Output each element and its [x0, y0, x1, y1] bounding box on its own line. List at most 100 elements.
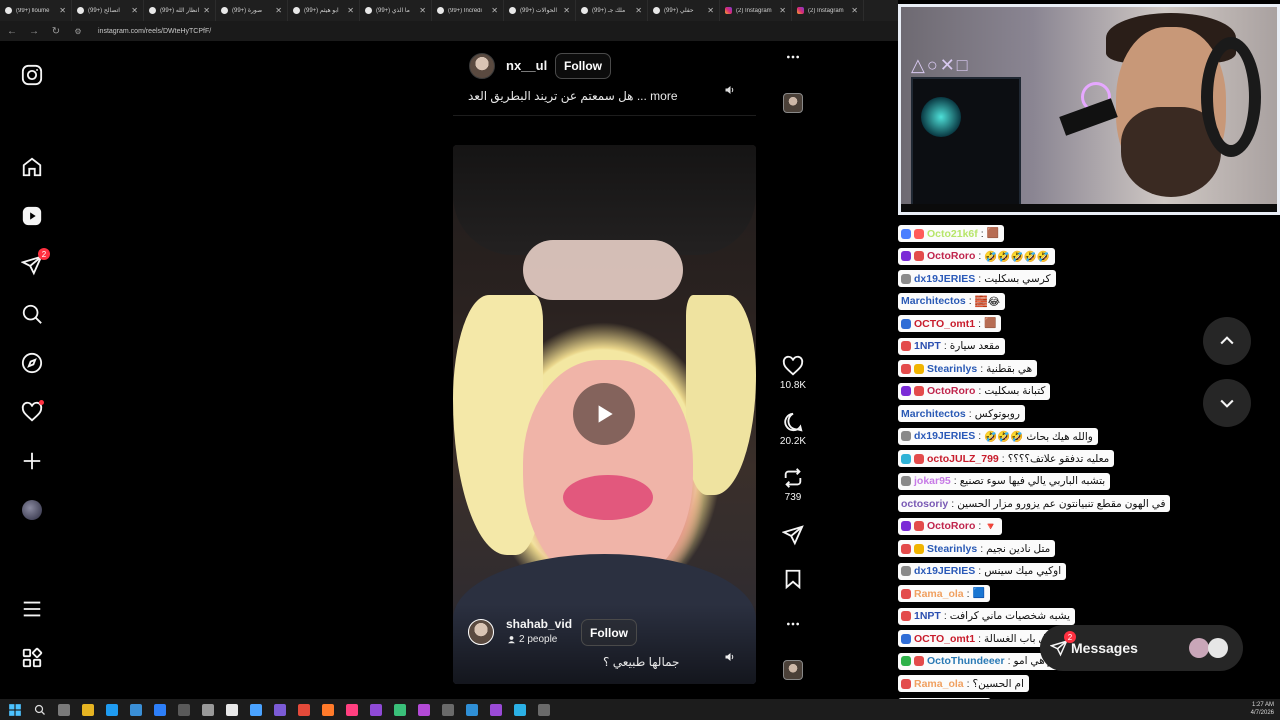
chat-username[interactable]: OctoRoro	[927, 520, 975, 532]
audio-thumbnail[interactable]	[783, 660, 803, 680]
close-tab-icon[interactable]: ✕	[563, 6, 570, 15]
browser-tab[interactable]: (99+) الحوالات ✕	[504, 0, 576, 21]
browser-tab[interactable]: (99+) اتصالح ✕	[72, 0, 144, 21]
chat-username[interactable]: 1NPT	[914, 610, 941, 622]
chat-username[interactable]: Marchitectos	[901, 408, 966, 420]
close-tab-icon[interactable]: ✕	[275, 6, 282, 15]
browser-tab[interactable]: (99+) Incredi ✕	[432, 0, 504, 21]
close-tab-icon[interactable]: ✕	[59, 6, 66, 15]
more-options-icon[interactable]	[775, 616, 811, 632]
chat-username[interactable]: OctoRoro	[927, 385, 975, 397]
chat-username[interactable]: dx19JERIES	[914, 430, 975, 442]
browser-tab[interactable]: (2) Instagram ✕	[720, 0, 792, 21]
back-icon[interactable]: ←	[6, 26, 18, 37]
chat-username[interactable]: dx19JERIES	[914, 273, 975, 285]
sound-icon[interactable]	[720, 80, 740, 100]
browser-tab[interactable]: (99+) حفلي ✕	[648, 0, 720, 21]
notifications-heart-icon[interactable]	[20, 400, 44, 424]
close-tab-icon[interactable]: ✕	[491, 6, 498, 15]
browser-tab[interactable]: (99+) ملك جـ ✕	[576, 0, 648, 21]
chat-username[interactable]: dx19JERIES	[914, 565, 975, 577]
taskbar-app-icon[interactable]	[346, 703, 358, 716]
taskbar-app-icon[interactable]	[298, 703, 310, 716]
browser-tab[interactable]: (2) Instagram ✕	[792, 0, 864, 21]
taskbar-app-icon[interactable]	[154, 703, 166, 716]
close-tab-icon[interactable]: ✕	[635, 6, 642, 15]
close-tab-icon[interactable]: ✕	[203, 6, 210, 15]
taskbar-app-icon[interactable]	[250, 703, 262, 716]
windows-start-icon[interactable]	[8, 703, 22, 717]
prev-caption[interactable]: هل سمعتم عن تريند البطريق العد ... more	[468, 89, 678, 103]
reel-sound-icon[interactable]	[720, 647, 740, 667]
taskbar-app-icon[interactable]	[58, 703, 70, 716]
profile-avatar[interactable]	[20, 498, 44, 522]
taskbar-app-icon[interactable]	[514, 703, 526, 716]
browser-tab[interactable]: (99+) ما الذي ✕	[360, 0, 432, 21]
taskbar-app-icon[interactable]	[226, 703, 238, 716]
taskbar-app-icon[interactable]	[490, 703, 502, 716]
chat-username[interactable]: Marchitectos	[901, 295, 966, 307]
chat-username[interactable]: OctoRoro	[927, 250, 975, 262]
chat-username[interactable]: jokar95	[914, 475, 951, 487]
browser-tab[interactable]: (99+) lloume ✕	[0, 0, 72, 21]
share-button[interactable]	[775, 524, 811, 546]
reel-caption[interactable]: جمالها طبيعي ؟	[603, 655, 679, 669]
scroll-up-button[interactable]	[1203, 317, 1251, 365]
search-icon[interactable]	[20, 302, 44, 326]
taskbar-app-icon[interactable]	[82, 703, 94, 716]
chat-username[interactable]: OCTO_omt1	[914, 633, 975, 645]
like-button[interactable]: 10.8K	[775, 355, 811, 391]
prev-user-avatar[interactable]	[469, 53, 495, 79]
play-button[interactable]	[573, 383, 635, 445]
taskbar-app-icon[interactable]	[442, 703, 454, 716]
reels-icon[interactable]	[20, 204, 44, 228]
chat-username[interactable]: octosoriy	[901, 498, 948, 510]
close-tab-icon[interactable]: ✕	[779, 6, 786, 15]
taskbar-app-icon[interactable]	[538, 703, 550, 716]
scroll-down-button[interactable]	[1203, 379, 1251, 427]
taskbar-app-icon[interactable]	[418, 703, 430, 716]
browser-tab[interactable]: (99+) ابو هيثم ✕	[288, 0, 360, 21]
close-tab-icon[interactable]: ✕	[707, 6, 714, 15]
taskbar-app-icon[interactable]	[322, 703, 334, 716]
tagged-people[interactable]: 2 people	[507, 634, 557, 645]
messages-nav-icon[interactable]: 2	[20, 248, 50, 277]
taskbar-app-icon[interactable]	[466, 703, 478, 716]
reel-follow-button[interactable]: Follow	[581, 619, 637, 646]
browser-tab[interactable]: (99+) صورة ✕	[216, 0, 288, 21]
close-tab-icon[interactable]: ✕	[131, 6, 138, 15]
chat-username[interactable]: Rama_ola	[914, 678, 964, 690]
create-plus-icon[interactable]	[20, 449, 44, 473]
close-tab-icon[interactable]: ✕	[347, 6, 354, 15]
repost-button[interactable]: 739	[775, 467, 811, 503]
search-taskbar-icon[interactable]	[34, 704, 46, 716]
more-apps-icon[interactable]	[20, 646, 44, 670]
messages-bar[interactable]: 2 Messages	[1040, 625, 1243, 671]
taskbar-app-icon[interactable]	[394, 703, 406, 716]
explore-icon[interactable]	[20, 351, 44, 375]
reel-username[interactable]: shahab_vid	[506, 617, 572, 631]
url-field[interactable]: instagram.com/reels/DWteHyTCPfF/	[98, 28, 211, 35]
chat-username[interactable]: octoJULZ_799	[927, 453, 999, 465]
taskbar-app-icon[interactable]	[178, 703, 190, 716]
browser-tab[interactable]: (99+) انظار الله ✕	[144, 0, 216, 21]
forward-icon[interactable]: →	[28, 26, 40, 37]
comment-button[interactable]: 20.2K	[775, 411, 811, 447]
taskbar-app-icon[interactable]	[202, 703, 214, 716]
reel-video[interactable]: shahab_vid 2 people Follow جمالها طبيعي …	[453, 145, 756, 684]
home-icon[interactable]	[20, 155, 44, 179]
menu-icon[interactable]	[20, 597, 44, 621]
taskbar-app-icon[interactable]	[370, 703, 382, 716]
clock[interactable]: 1:27 AM 4/7/2026	[1251, 701, 1274, 717]
reload-icon[interactable]: ↻	[50, 26, 62, 37]
chat-username[interactable]: Octo21k6f	[927, 228, 978, 240]
more-options-top-icon[interactable]	[775, 49, 811, 65]
chat-username[interactable]: 1NPT	[914, 340, 941, 352]
instagram-logo-icon[interactable]	[20, 63, 44, 87]
close-tab-icon[interactable]: ✕	[419, 6, 426, 15]
prev-follow-button[interactable]: Follow	[555, 53, 611, 79]
reel-user-avatar[interactable]	[468, 619, 494, 645]
chat-username[interactable]: Rama_ola	[914, 588, 964, 600]
close-tab-icon[interactable]: ✕	[851, 6, 858, 15]
chat-username[interactable]: Stearinlys	[927, 543, 977, 555]
